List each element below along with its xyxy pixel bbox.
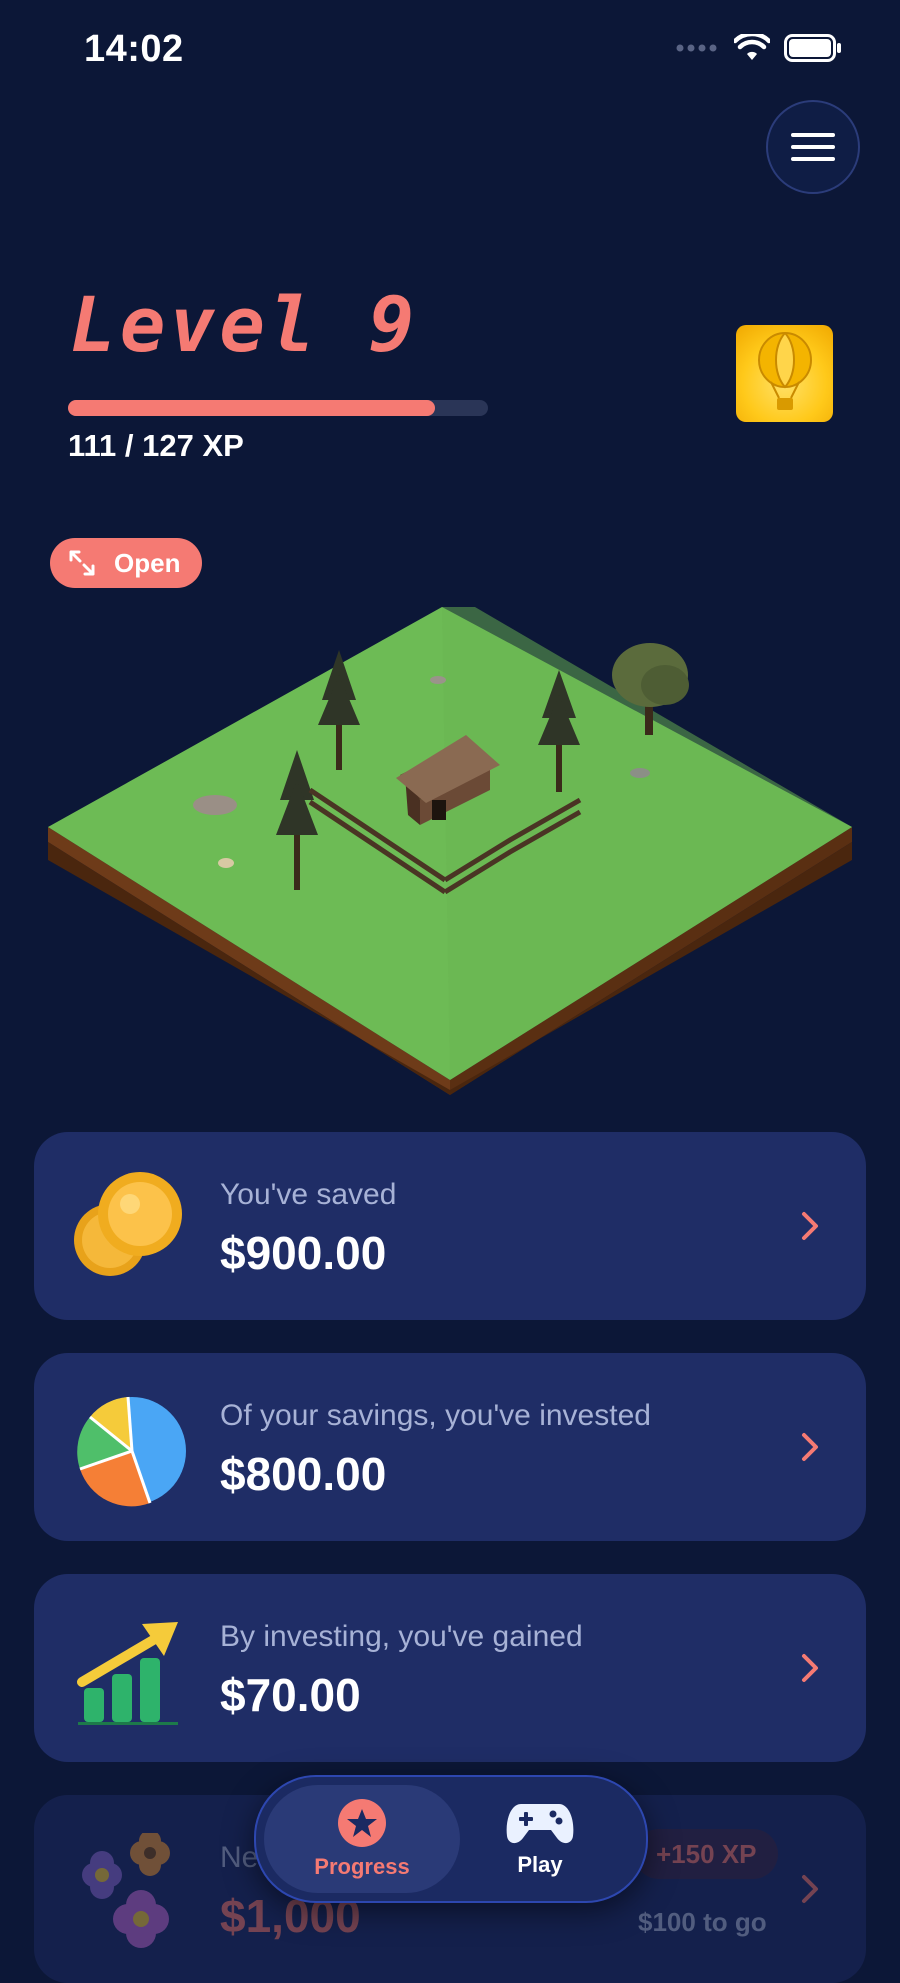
gained-label: By investing, you've gained: [220, 1620, 583, 1653]
status-icons: [676, 34, 842, 62]
savings-value: $900.00: [220, 1227, 387, 1279]
farm-scene[interactable]: [0, 590, 900, 1110]
tab-progress-label: Progress: [314, 1854, 410, 1879]
savings-card[interactable]: You've saved $900.00: [34, 1132, 866, 1320]
star-icon: [338, 1799, 386, 1847]
chevron-right-icon: [802, 1212, 818, 1240]
goal-remaining: $100 to go: [638, 1907, 767, 1937]
invested-card[interactable]: Of your savings, you've invested $800.00: [34, 1353, 866, 1541]
chevron-right-icon: [802, 1433, 818, 1461]
wifi-icon: [734, 34, 770, 60]
status-bar: 14:02: [0, 0, 900, 100]
gamepad-icon: [506, 1804, 574, 1844]
invested-value: $800.00: [220, 1448, 387, 1500]
xp-text: 111 / 127 XP: [68, 428, 244, 463]
open-scene-button[interactable]: Open: [50, 538, 203, 588]
xp-progress-bar: [68, 400, 488, 416]
menu-button[interactable]: [766, 100, 860, 194]
gained-value: $70.00: [220, 1669, 361, 1721]
savings-label: You've saved: [220, 1178, 397, 1211]
tab-progress[interactable]: Progress: [264, 1785, 460, 1893]
open-label: Open: [114, 547, 181, 578]
signal-icon: [676, 44, 717, 52]
invested-label: Of your savings, you've invested: [220, 1399, 651, 1432]
flowers-icon: [82, 1833, 170, 1948]
rock-pile: [193, 795, 237, 815]
tab-play[interactable]: Play: [442, 1785, 638, 1893]
chevron-right-icon: [802, 1654, 818, 1682]
xp-reward-chip: +150 XP: [634, 1829, 779, 1879]
status-time: 14:02: [84, 28, 184, 70]
xp-progress-fill: [68, 400, 436, 416]
chevron-right-icon: [802, 1875, 818, 1903]
hamburger-icon: [791, 129, 835, 165]
tab-play-label: Play: [517, 1852, 563, 1877]
bottom-tab-bar: Progress Play: [254, 1775, 648, 1903]
goal-label: Ne: [220, 1841, 259, 1874]
level-title: Level 9: [70, 280, 419, 369]
coins-icon: [74, 1172, 182, 1276]
battery-icon: [784, 34, 841, 62]
hot-air-balloon-icon: [757, 331, 812, 410]
growth-chart-icon: [77, 1622, 178, 1725]
achievement-badge[interactable]: [736, 325, 833, 422]
pie-chart-icon: [77, 1396, 186, 1507]
expand-arrows-icon: [69, 550, 95, 576]
gained-card[interactable]: By investing, you've gained $70.00: [34, 1574, 866, 1762]
